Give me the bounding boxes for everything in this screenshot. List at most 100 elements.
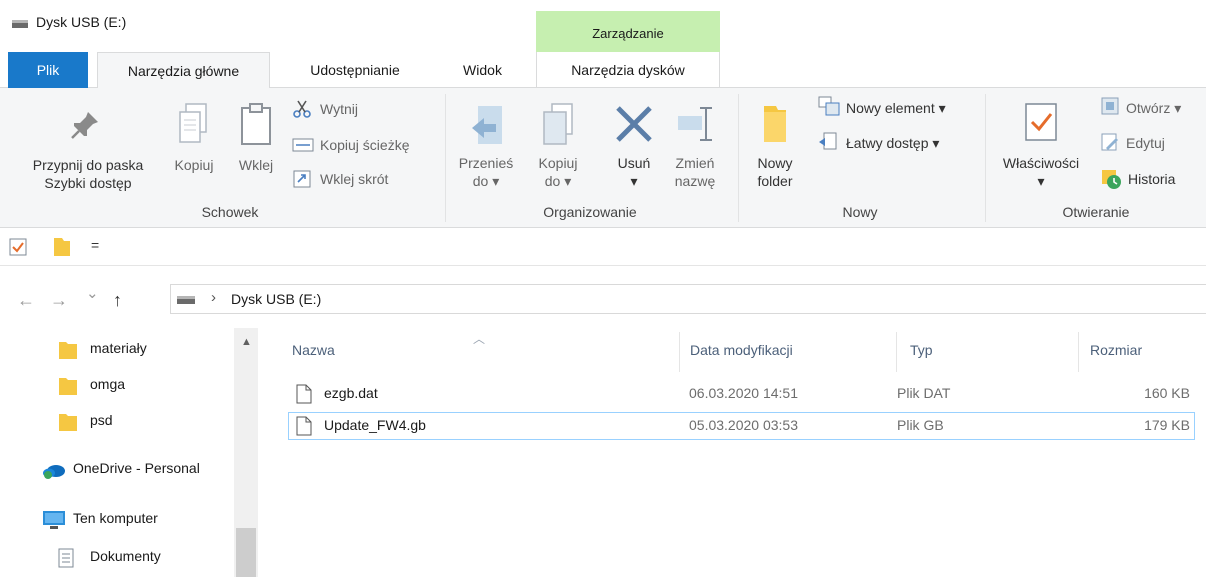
easy-access-label: Łatwy dostęp ▾ (846, 135, 940, 151)
column-header-name[interactable]: Nazwa (292, 342, 335, 358)
properties-label-line1: Właściwości (1002, 155, 1080, 171)
onedrive-cloud-icon (43, 465, 65, 479)
file-name: Update_FW4.gb (324, 417, 426, 433)
new-folder-label-line2: folder (757, 173, 793, 189)
qat-properties-icon[interactable] (9, 238, 27, 256)
nav-item-label: Dokumenty (90, 548, 161, 564)
nav-item-label: psd (90, 412, 113, 428)
file-size: 160 KB (1144, 385, 1190, 401)
group-separator (445, 94, 446, 222)
open-label: Otwórz ▾ (1126, 100, 1182, 116)
history-icon (1102, 170, 1121, 189)
paste-shortcut-label: Wklej skrót (320, 171, 389, 187)
tab-file[interactable]: Plik (8, 52, 88, 88)
move-to-label-line1: Przenieś (458, 155, 514, 171)
nav-item-this-pc[interactable]: Ten komputer (0, 506, 234, 534)
quick-access-toolbar: = (0, 228, 1206, 266)
context-tab-header: Zarządzanie (536, 11, 720, 52)
back-arrow-icon[interactable]: ← (17, 290, 35, 311)
nav-item-psd[interactable]: psd (0, 408, 234, 436)
column-separator[interactable] (896, 332, 897, 372)
title-bar: Dysk USB (E:) Zarządzanie (0, 0, 1206, 52)
nav-item-documents[interactable]: Dokumenty (0, 544, 234, 572)
delete-label-line2: ▾ (630, 173, 638, 189)
ribbon: Przypnij do paska Szybki dostęp Kopiuj W… (0, 88, 1206, 228)
group-label-clipboard: Schowek (201, 204, 259, 220)
group-separator (738, 94, 739, 222)
document-icon (58, 548, 74, 568)
column-separator[interactable] (1078, 332, 1079, 372)
file-icon (296, 416, 312, 436)
move-to-icon (472, 106, 502, 144)
qat-customize-dropdown[interactable]: = (91, 237, 99, 253)
file-icon (296, 384, 312, 404)
nav-item-label: OneDrive - Personal (73, 460, 200, 476)
properties-check-icon (1025, 103, 1057, 141)
nav-item-omga[interactable]: omga (0, 372, 234, 400)
easy-access-icon (819, 132, 837, 150)
context-tab-title: Zarządzanie (592, 26, 664, 41)
new-item-icon (818, 96, 840, 116)
column-header-size[interactable]: Rozmiar (1090, 342, 1142, 358)
qat-new-folder-icon[interactable] (52, 236, 72, 258)
file-name: ezgb.dat (324, 385, 378, 401)
column-header-modified[interactable]: Data modyfikacji (690, 342, 793, 358)
tab-view[interactable]: Widok (440, 52, 525, 88)
up-arrow-icon[interactable]: ↑ (113, 290, 122, 311)
navigation-pane: materiały omga psd OneDrive - Personal T… (0, 328, 258, 577)
usb-drive-icon (12, 20, 28, 28)
edit-label: Edytuj (1126, 135, 1165, 151)
breadcrumb-path[interactable]: Dysk USB (E:) (231, 291, 321, 307)
edit-icon (1101, 133, 1118, 151)
new-item-label: Nowy element ▾ (846, 100, 946, 116)
properties-label-line2: ▾ (1037, 173, 1045, 189)
scissors-icon (293, 100, 311, 118)
history-label: Historia (1128, 171, 1176, 187)
copy-to-label-line1: Kopiuj (538, 155, 578, 171)
tab-drive-tools[interactable]: Narzędzia dysków (536, 52, 720, 88)
copy-path-icon (292, 138, 314, 152)
folder-icon (59, 378, 77, 395)
computer-monitor-icon (43, 511, 65, 529)
navigation-bar: ← → ⌄ ↑ › Dysk USB (E:) (0, 266, 1206, 328)
nav-item-materialy[interactable]: materiały (0, 336, 234, 364)
recent-locations-chevron-icon[interactable]: ⌄ (86, 284, 99, 302)
file-list: ︿ Nazwa Data modyfikacji Typ Rozmiar ezg… (258, 328, 1206, 577)
file-type: Plik GB (897, 417, 944, 433)
file-row[interactable]: ezgb.dat 06.03.2020 14:51 Plik DAT 160 K… (288, 380, 1195, 408)
group-label-new: Nowy (842, 204, 878, 220)
copy-label: Kopiuj (174, 157, 214, 173)
tab-home[interactable]: Narzędzia główne (97, 52, 270, 89)
nav-pane-scrollbar[interactable]: ▲ (234, 328, 258, 577)
file-modified: 05.03.2020 03:53 (689, 417, 798, 433)
move-to-label-line2: do ▾ (472, 173, 500, 189)
group-separator (985, 94, 986, 222)
pin-label-line1: Przypnij do paska (32, 157, 144, 173)
new-folder-icon (764, 106, 786, 142)
forward-arrow-icon[interactable]: → (50, 290, 68, 311)
new-folder-label-line1: Nowy (757, 155, 793, 171)
tab-share[interactable]: Udostępnianie (285, 52, 425, 88)
scroll-up-arrow-icon[interactable]: ▲ (241, 336, 252, 348)
file-type: Plik DAT (897, 385, 951, 401)
sort-ascending-caret-icon: ︿ (473, 332, 486, 346)
file-row[interactable]: Update_FW4.gb 05.03.2020 03:53 Plik GB 1… (288, 412, 1195, 440)
copy-to-icon (543, 103, 573, 145)
address-bar[interactable]: › Dysk USB (E:) (170, 284, 1206, 314)
nav-item-label: materiały (90, 340, 147, 356)
copy-icon (179, 103, 207, 143)
ribbon-tab-row: Plik Narzędzia główne Udostępnianie Wido… (0, 52, 1206, 89)
column-header-type[interactable]: Typ (910, 342, 933, 358)
scrollbar-thumb[interactable] (236, 528, 256, 577)
copy-path-label: Kopiuj ścieżkę (320, 137, 410, 153)
cut-label: Wytnij (320, 101, 358, 117)
copy-to-label-line2: do ▾ (544, 173, 572, 189)
nav-item-label: omga (90, 376, 126, 392)
rename-label-line1: Zmień (675, 155, 715, 171)
breadcrumb-chevron-icon[interactable]: › (211, 289, 216, 306)
nav-item-onedrive[interactable]: OneDrive - Personal (0, 456, 234, 484)
column-separator[interactable] (679, 332, 680, 372)
usb-drive-icon (177, 296, 195, 304)
window-title: Dysk USB (E:) (36, 14, 127, 30)
nav-item-label: Ten komputer (73, 510, 158, 526)
